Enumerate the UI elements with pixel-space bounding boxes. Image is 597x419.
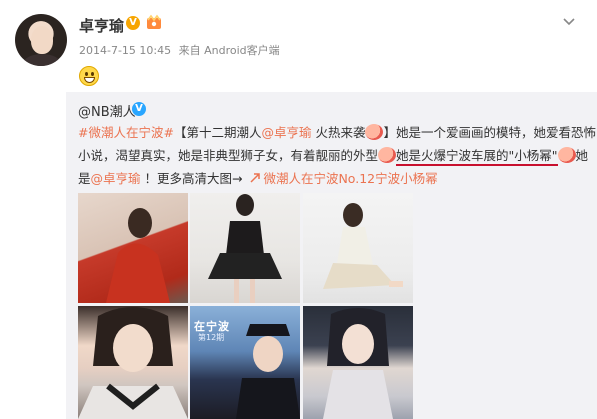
highlighted-text: 她是火爆宁波车展的"小杨幂" <box>396 148 558 166</box>
vip-badge-icon[interactable]: V <box>126 16 140 30</box>
photo-figure <box>78 307 188 419</box>
post-timestamp[interactable]: 2014-7-15 10:45 <box>79 44 171 57</box>
text-segment: 【第十二期潮人 <box>173 125 262 140</box>
post-meta: 2014-7-15 10:45 来自 Android客户端 <box>79 42 280 58</box>
hashtag-link[interactable]: #微潮人在宁波# <box>78 125 174 140</box>
photo-thumbnail[interactable] <box>190 193 300 303</box>
grin-eye-right <box>91 72 94 76</box>
text-segment: 】她是一个爱画画的模特，她爱看恐怖 <box>383 125 596 140</box>
photo-figure <box>323 203 403 289</box>
text-segment: ！更多高清大图→ <box>140 171 247 186</box>
pig-emoji-icon <box>365 124 384 140</box>
crown-badge-icon[interactable] <box>145 14 163 30</box>
photo-thumbnail[interactable] <box>78 306 188 419</box>
user-name[interactable]: 卓亨瑜 <box>79 15 124 36</box>
post-source[interactable]: 来自 Android客户端 <box>179 44 280 57</box>
mention-link[interactable]: @卓亨瑜 <box>261 125 311 140</box>
photo-thumbnail[interactable] <box>303 193 413 303</box>
pig-emoji-icon <box>557 147 576 163</box>
photo-thumbnail[interactable] <box>78 193 188 303</box>
link-arrow-icon <box>250 173 261 183</box>
pig-emoji-icon <box>378 147 397 163</box>
text-segment: 她 <box>575 148 589 163</box>
photo-figure <box>323 308 393 419</box>
photo-figure <box>236 324 300 419</box>
text-segment: 小说，渴望真实，她是非典型狮子女，有着靓丽的外型 <box>78 148 379 163</box>
text-segment: 火热来袭 <box>311 125 366 140</box>
repost-author[interactable]: @NB潮人 <box>78 101 136 120</box>
text-segment: 是 <box>78 171 91 186</box>
grin-emoji-icon <box>79 66 99 86</box>
post-text-line-2: 小说，渴望真实，她是非典型狮子女，有着靓丽的外型 她是火爆宁波车展的"小杨幂" 她 <box>78 144 588 167</box>
photo-thumbnail[interactable] <box>303 306 413 419</box>
weibo-post-card: 卓亨瑜 V 2014-7-15 10:45 来自 Android客户端 @NB潮… <box>0 0 597 419</box>
grin-mouth <box>84 77 95 83</box>
grin-eye-left <box>85 72 88 76</box>
photo-figure <box>208 194 282 303</box>
post-text-line-1: #微潮人在宁波#【第十二期潮人@卓亨瑜 火热来袭 】她是一个爱画画的模特，她爱看恐… <box>78 121 596 144</box>
photo-thumbnail[interactable]: 在宁波 第12期 <box>190 306 300 419</box>
avatar[interactable] <box>15 14 67 66</box>
avatar-body <box>23 54 61 66</box>
chevron-down-icon[interactable] <box>561 14 577 30</box>
mention-link[interactable]: @卓亨瑜 <box>91 171 141 186</box>
article-link[interactable]: 微潮人在宁波No.12宁波小杨幂 <box>263 171 437 186</box>
post-text-line-3: 是@卓亨瑜 ！更多高清大图→ 微潮人在宁波No.12宁波小杨幂 <box>78 167 588 190</box>
verified-v-icon: V <box>132 102 146 116</box>
photo-figure <box>106 208 170 303</box>
avatar-face <box>31 26 53 54</box>
